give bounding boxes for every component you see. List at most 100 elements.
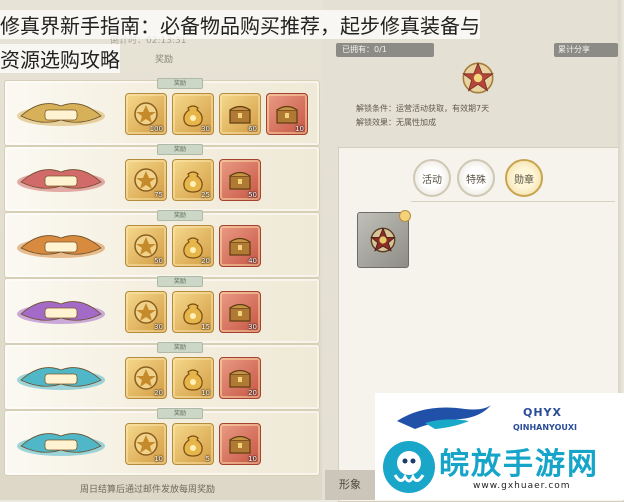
row-reward-tab: 奖励 [157,144,203,155]
article-title: 修真界新手指南：必备物品购买推荐，起步修真装备与 资源选购攻略 [0,0,624,76]
rank-emblem-icon [7,91,115,135]
reward-item-slot[interactable]: 10 [266,93,308,135]
unlock-effect: 解锁效果：无属性加成 [356,118,436,127]
reward-items: 75 25 50 [125,159,261,201]
reward-item-slot[interactable]: 20 [125,357,167,399]
reward-item-slot[interactable]: 30 [172,93,214,135]
treasure-chest-icon [226,430,254,458]
item-quantity: 25 [201,191,210,199]
reward-item-slot[interactable]: 60 [219,93,261,135]
token-icon [132,364,160,392]
tab-medal[interactable]: 勋章 [505,159,543,197]
money-bag-icon [179,232,207,260]
treasure-chest-icon [226,364,254,392]
money-bag-icon [179,100,207,128]
item-quantity: 10 [295,125,304,133]
item-quantity: 15 [201,323,210,331]
row-reward-tab: 奖励 [157,210,203,221]
reward-row: 奖励 75 25 50 [4,144,320,212]
reward-item-slot[interactable]: 40 [219,225,261,267]
token-icon [132,100,160,128]
reward-item-slot[interactable]: 15 [172,291,214,333]
item-quantity: 75 [154,191,163,199]
tab-activity[interactable]: 活动 [413,159,451,197]
item-quantity: 40 [248,257,257,265]
site-watermark: QHYX QINHANYOUXI 皖放手游网 www.gxhuaer.com [375,393,624,500]
item-quantity: 30 [248,323,257,331]
item-quantity: 100 [149,125,163,133]
item-quantity: 50 [154,257,163,265]
reward-item-slot[interactable]: 50 [219,159,261,201]
token-icon [132,298,160,326]
treasure-chest-icon [226,100,254,128]
watermark-logo-sub: QINHANYOUXI [513,423,578,432]
reward-row: 奖励 20 10 20 [4,342,320,410]
row-reward-tab: 奖励 [157,276,203,287]
watermark-brand: 皖放手游网 [439,447,599,482]
reward-item-slot[interactable]: 25 [172,159,214,201]
treasure-chest-icon [226,232,254,260]
octopus-mascot-icon [383,441,435,493]
item-quantity: 30 [154,323,163,331]
reward-item-slot[interactable]: 30 [125,291,167,333]
row-reward-tab: 奖励 [157,78,203,89]
watermark-url: www.gxhuaer.com [473,481,571,491]
rank-emblem-icon [7,355,115,399]
medal-icon [370,227,396,253]
treasure-chest-icon [226,166,254,194]
rank-emblem-icon [7,223,115,267]
reward-item-slot[interactable]: 20 [219,357,261,399]
row-reward-tab: 奖励 [157,342,203,353]
medal-item-slot[interactable] [357,210,411,268]
item-quantity: 50 [248,191,257,199]
watermark-logo-text: QHYX [523,406,563,419]
reward-items: 50 20 40 [125,225,261,267]
reward-item-slot[interactable]: 10 [125,423,167,465]
item-quantity: 10 [248,455,257,463]
unlock-condition: 解锁条件：运营活动获取，有效期7天 [356,104,490,113]
token-icon [132,232,160,260]
reward-items: 20 10 20 [125,357,261,399]
reward-items: 100 30 60 10 [125,93,308,135]
rank-emblem-icon [7,289,115,333]
rank-emblem-icon [7,421,115,465]
item-quantity: 20 [201,257,210,265]
tab-special[interactable]: 特殊 [457,159,495,197]
item-quantity: 20 [154,389,163,397]
item-quantity: 30 [201,125,210,133]
reward-row: 奖励 50 20 40 [4,210,320,278]
money-bag-icon [179,298,207,326]
item-quantity: 5 [205,455,210,463]
token-icon [132,430,160,458]
item-quantity: 10 [154,455,163,463]
reward-items: 10 5 10 [125,423,261,465]
treasure-chest-icon [273,100,301,128]
footer-note: 周日结算后通过邮件发放每周奖励 [80,485,216,495]
reward-item-slot[interactable]: 10 [172,357,214,399]
reward-item-slot[interactable]: 30 [219,291,261,333]
money-bag-icon [179,364,207,392]
reward-row: 奖励 100 30 60 10 [4,78,320,146]
reward-item-slot[interactable]: 75 [125,159,167,201]
reward-item-slot[interactable]: 50 [125,225,167,267]
tab-divider [411,201,615,202]
reward-item-slot[interactable]: 20 [172,225,214,267]
dragon-logo-icon [397,405,491,429]
title-line-1: 修真界新手指南：必备物品购买推荐，起步修真装备与 [0,10,480,39]
new-badge-icon [399,210,411,222]
row-reward-tab: 奖励 [157,408,203,419]
reward-item-slot[interactable]: 10 [219,423,261,465]
reward-item-slot[interactable]: 5 [172,423,214,465]
item-quantity: 60 [248,125,257,133]
reward-row: 奖励 10 5 10 [4,408,320,476]
reward-item-slot[interactable]: 100 [125,93,167,135]
reward-items: 30 15 30 [125,291,261,333]
money-bag-icon [179,430,207,458]
title-line-2: 资源选购攻略 [0,44,120,73]
token-icon [132,166,160,194]
tab-appearance[interactable]: 形象 [325,470,375,500]
treasure-chest-icon [226,298,254,326]
money-bag-icon [179,166,207,194]
reward-row: 奖励 30 15 30 [4,276,320,344]
rank-emblem-icon [7,157,115,201]
